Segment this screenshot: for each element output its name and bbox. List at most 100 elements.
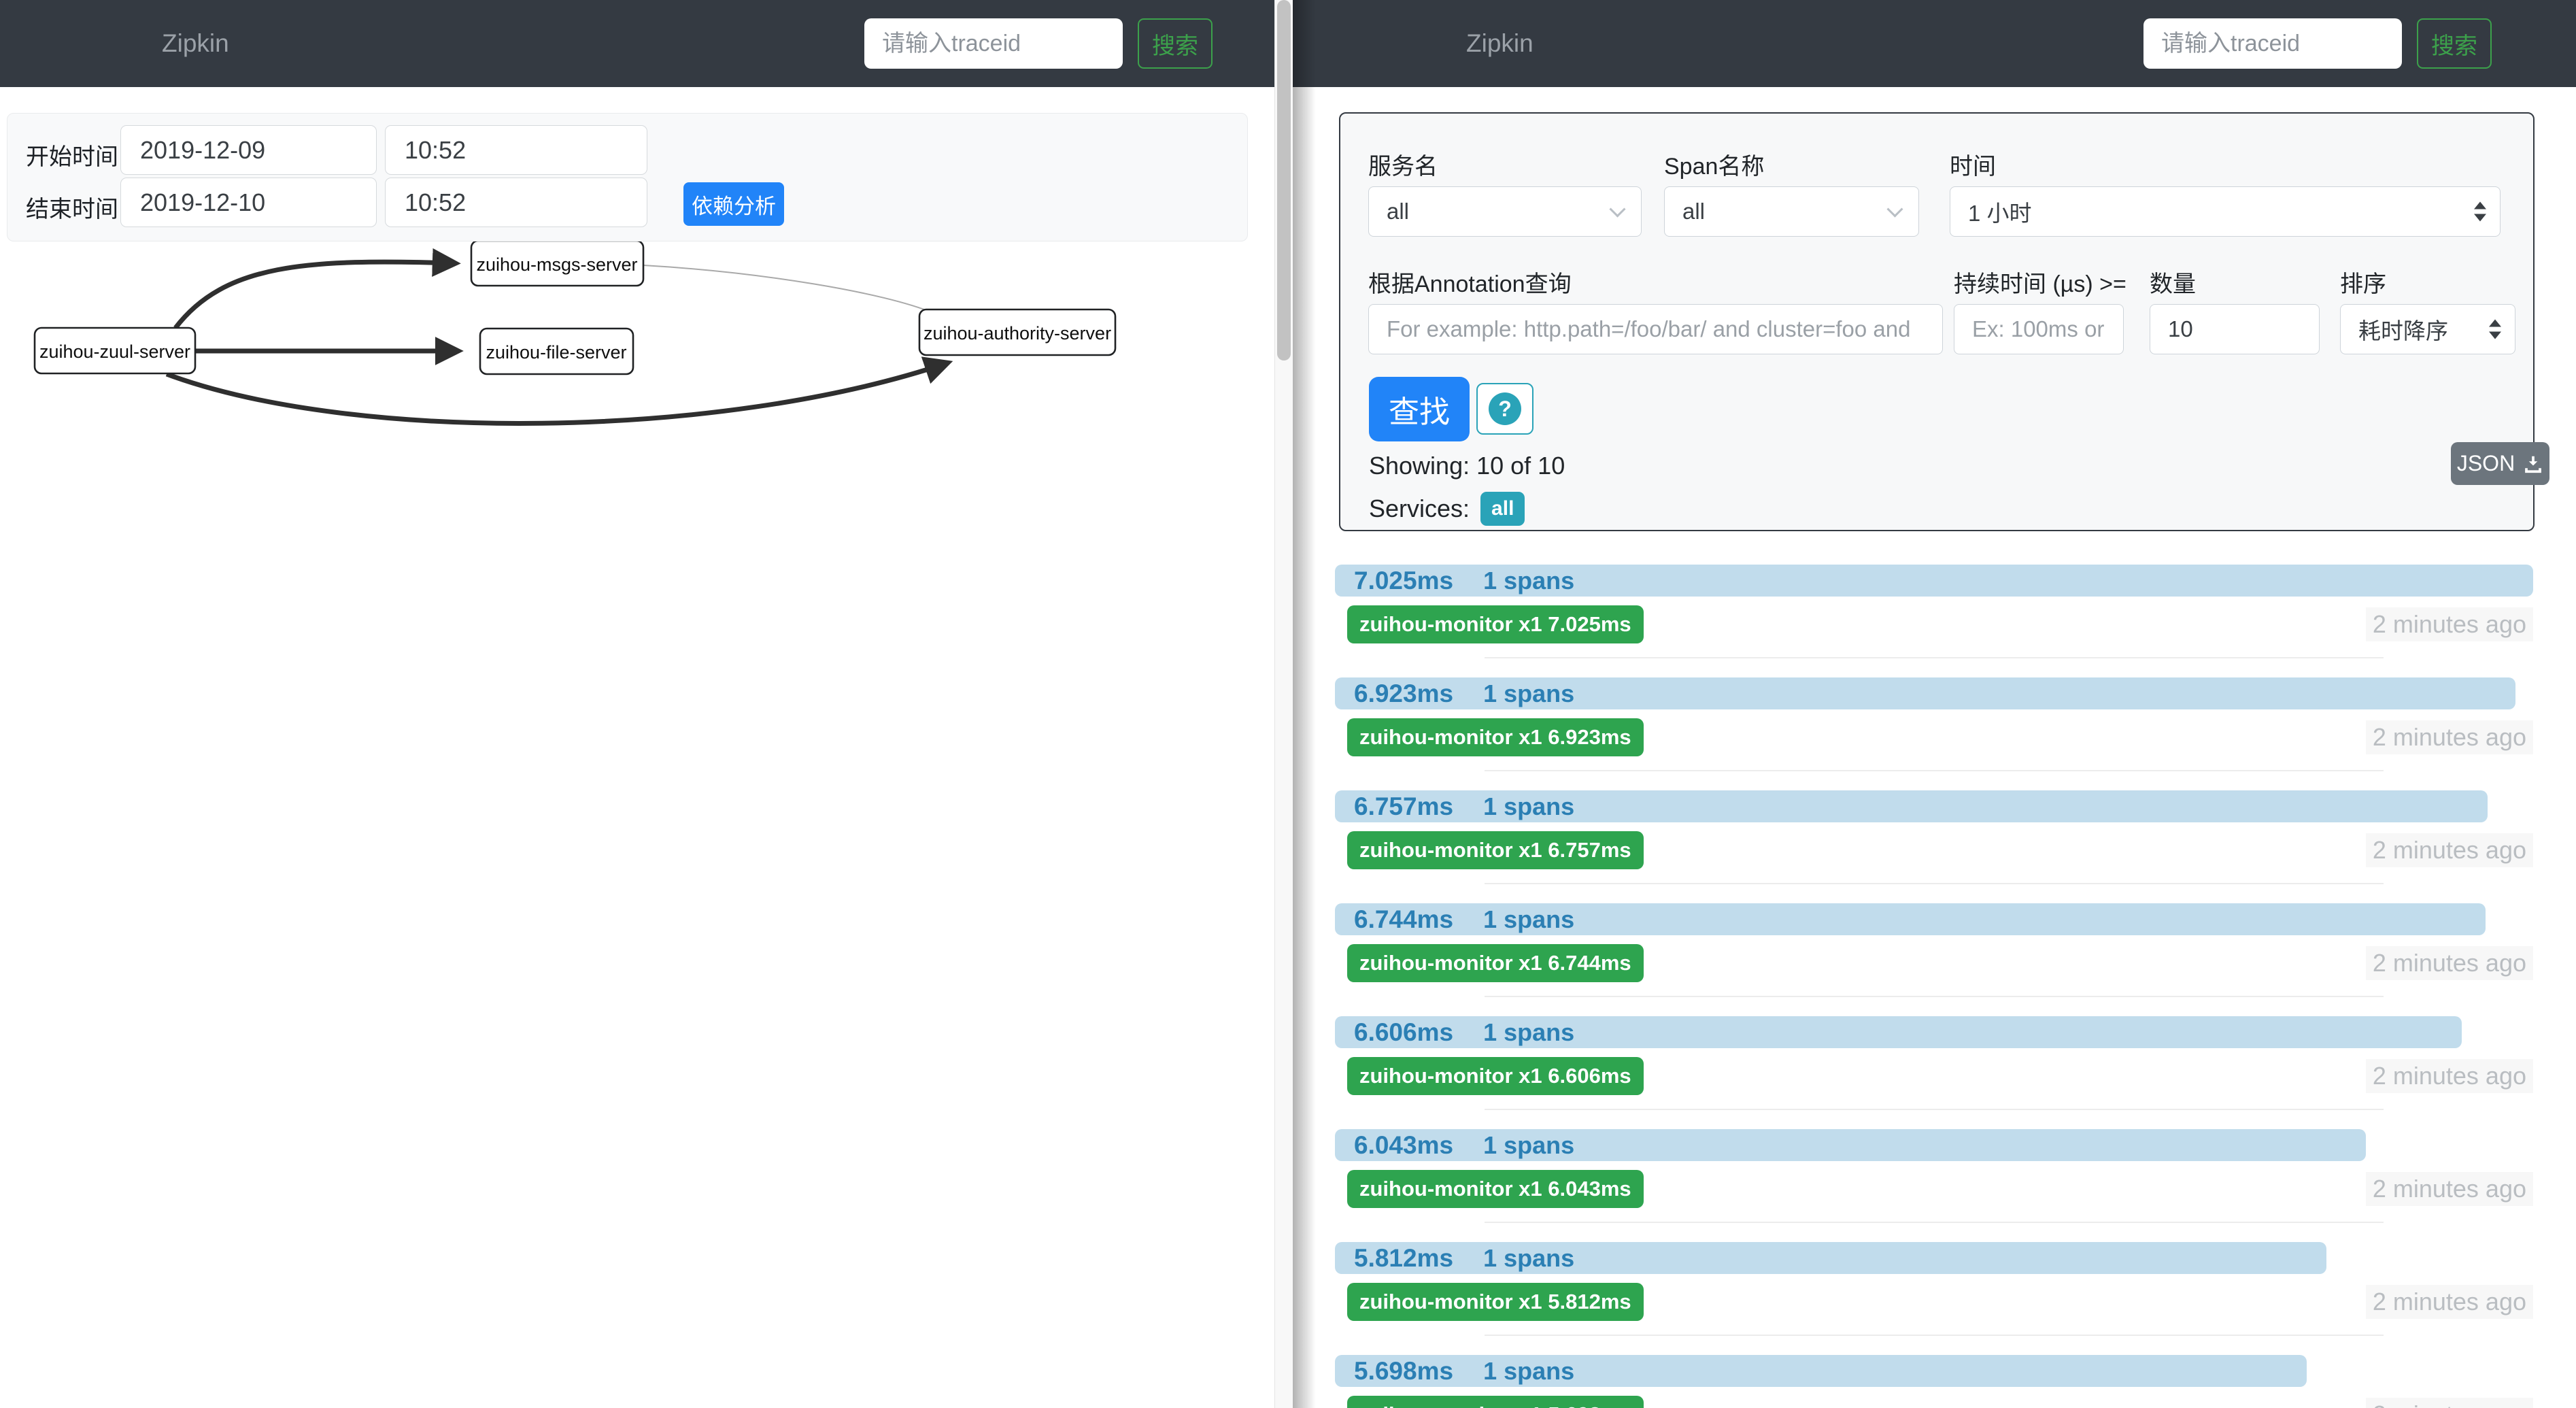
trace-duration: 5.812ms	[1354, 1244, 1453, 1273]
trace-duration-bar[interactable]: 6.744ms 1 spans	[1335, 903, 2486, 935]
right-navbar: Zipkin 搜索	[1293, 0, 2576, 87]
trace-row[interactable]: 7.025ms 1 spans zuihou-monitor x1 7.025m…	[1335, 565, 2533, 658]
graph-node-zuul[interactable]: zuihou-zuul-server	[35, 328, 195, 373]
window-dependencies: Zipkin 搜索 开始时间 2019-12-09 10:52 结束时间 201…	[0, 0, 1293, 1408]
sort-select[interactable]: 耗时降序	[2340, 304, 2515, 354]
traceid-search-button[interactable]: 搜索	[2417, 18, 2492, 69]
trace-timestamp: 2 minutes ago	[2366, 720, 2533, 754]
svg-text:zuihou-msgs-server: zuihou-msgs-server	[476, 254, 637, 275]
trace-service-badge: zuihou-monitor x1 6.744ms	[1347, 944, 1644, 982]
service-name-label: 服务名	[1368, 148, 1438, 181]
traceid-input[interactable]	[2143, 18, 2402, 69]
date-filter-panel: 开始时间 2019-12-09 10:52 结束时间 2019-12-10 10…	[7, 113, 1248, 241]
sort-label: 排序	[2340, 265, 2386, 299]
graph-edge-msgs-authority	[643, 265, 933, 313]
right-nav-search: 搜索	[2143, 18, 2492, 69]
trace-meta: zuihou-monitor x1 6.744ms 2 minutes ago	[1335, 944, 2533, 982]
trace-duration: 7.025ms	[1354, 567, 1453, 595]
min-duration-input[interactable]	[1954, 304, 2124, 354]
span-name-value: all	[1682, 199, 1705, 224]
trace-service-badge: zuihou-monitor x1 7.025ms	[1347, 605, 1644, 643]
trace-row[interactable]: 6.744ms 1 spans zuihou-monitor x1 6.744m…	[1335, 903, 2533, 997]
trace-divider	[1485, 1335, 2384, 1336]
left-scrollbar-thumb[interactable]	[1277, 0, 1291, 361]
start-date-input[interactable]: 2019-12-09	[120, 125, 377, 175]
trace-duration-bar[interactable]: 7.025ms 1 spans	[1335, 565, 2533, 597]
trace-duration-bar[interactable]: 5.698ms 1 spans	[1335, 1355, 2307, 1387]
annotation-query-input[interactable]	[1368, 304, 1943, 354]
trace-duration-bar[interactable]: 6.757ms 1 spans	[1335, 790, 2488, 822]
trace-timestamp: 2 minutes ago	[2366, 946, 2533, 980]
trace-row[interactable]: 6.606ms 1 spans zuihou-monitor x1 6.606m…	[1335, 1016, 2533, 1110]
brand-title: Zipkin	[162, 0, 229, 87]
trace-service-badge: zuihou-monitor x1 5.812ms	[1347, 1283, 1644, 1321]
services-label: Services:	[1369, 495, 1470, 523]
trace-duration: 5.698ms	[1354, 1357, 1453, 1386]
limit-input[interactable]	[2150, 304, 2320, 354]
left-nav-search: 搜索	[864, 18, 1213, 69]
dependency-analyze-button[interactable]: 依赖分析	[683, 182, 784, 226]
start-clock-input[interactable]: 10:52	[385, 125, 647, 175]
screen: Zipkin 搜索 开始时间 2019-12-09 10:52 结束时间 201…	[0, 0, 2576, 1408]
trace-duration-bar[interactable]: 6.043ms 1 spans	[1335, 1129, 2366, 1161]
graph-node-file[interactable]: zuihou-file-server	[480, 329, 633, 374]
json-download-button[interactable]: JSON	[2451, 442, 2549, 485]
trace-divider	[1485, 770, 2384, 771]
end-clock-input[interactable]: 10:52	[385, 178, 647, 227]
trace-timestamp: 2 minutes ago	[2366, 1285, 2533, 1319]
trace-row[interactable]: 6.757ms 1 spans zuihou-monitor x1 6.757m…	[1335, 790, 2533, 884]
trace-span-count: 1 spans	[1483, 1018, 1574, 1047]
service-name-select[interactable]: all	[1368, 186, 1642, 237]
trace-divider	[1485, 1109, 2384, 1110]
end-time-label: 结束时间	[26, 190, 118, 224]
trace-meta: zuihou-monitor x1 5.698ms 2 minutes ago	[1335, 1396, 2533, 1408]
trace-search-panel: 服务名 all Span名称 all 时间 1 小时 根据Annotation查…	[1339, 112, 2535, 531]
trace-timestamp: 2 minutes ago	[2366, 1059, 2533, 1093]
trace-duration: 6.043ms	[1354, 1131, 1453, 1160]
left-navbar: Zipkin 搜索	[0, 0, 1293, 87]
trace-duration-bar[interactable]: 6.923ms 1 spans	[1335, 677, 2515, 709]
graph-edge-zuul-msgs	[175, 262, 454, 328]
trace-service-badge: zuihou-monitor x1 5.698ms	[1347, 1396, 1644, 1408]
traceid-input[interactable]	[864, 18, 1123, 69]
trace-meta: zuihou-monitor x1 5.812ms 2 minutes ago	[1335, 1283, 2533, 1321]
select-spinner-icon	[2474, 202, 2486, 222]
traceid-search-button[interactable]: 搜索	[1138, 18, 1213, 69]
trace-meta: zuihou-monitor x1 6.923ms 2 minutes ago	[1335, 718, 2533, 756]
annotation-query-label: 根据Annotation查询	[1368, 265, 1572, 299]
trace-timestamp: 2 minutes ago	[2366, 833, 2533, 867]
trace-duration: 6.744ms	[1354, 905, 1453, 934]
trace-service-badge: zuihou-monitor x1 6.606ms	[1347, 1057, 1644, 1095]
trace-divider	[1485, 657, 2384, 658]
trace-list: 7.025ms 1 spans zuihou-monitor x1 7.025m…	[1335, 565, 2533, 1408]
trace-duration-bar[interactable]: 6.606ms 1 spans	[1335, 1016, 2462, 1048]
trace-duration-bar[interactable]: 5.812ms 1 spans	[1335, 1242, 2326, 1274]
sort-value: 耗时降序	[2358, 313, 2448, 346]
left-scrollbar[interactable]	[1274, 0, 1293, 1408]
brand-title: Zipkin	[1466, 0, 1533, 87]
trace-service-badge: zuihou-monitor x1 6.757ms	[1347, 831, 1644, 869]
end-date-input[interactable]: 2019-12-10	[120, 178, 377, 227]
svg-text:zuihou-zuul-server: zuihou-zuul-server	[39, 341, 190, 362]
lookback-value: 1 小时	[1968, 195, 2032, 228]
help-button[interactable]: ?	[1476, 383, 1533, 435]
dependency-graph: zuihou-zuul-server zuihou-msgs-server zu…	[0, 224, 1288, 660]
graph-node-authority[interactable]: zuihou-authority-server	[919, 309, 1115, 355]
find-button[interactable]: 查找	[1369, 377, 1470, 441]
trace-divider	[1485, 996, 2384, 997]
trace-duration: 6.923ms	[1354, 680, 1453, 708]
trace-row[interactable]: 5.698ms 1 spans zuihou-monitor x1 5.698m…	[1335, 1355, 2533, 1408]
trace-span-count: 1 spans	[1483, 680, 1574, 708]
services-all-badge[interactable]: all	[1480, 492, 1525, 526]
span-name-select[interactable]: all	[1664, 186, 1919, 237]
lookback-label: 时间	[1950, 148, 1996, 181]
window-trace-search: Zipkin 搜索 服务名 all Span名称 all 时间 1 小时	[1293, 0, 2576, 1408]
trace-span-count: 1 spans	[1483, 1244, 1574, 1273]
trace-row[interactable]: 6.043ms 1 spans zuihou-monitor x1 6.043m…	[1335, 1129, 2533, 1223]
trace-row[interactable]: 6.923ms 1 spans zuihou-monitor x1 6.923m…	[1335, 677, 2533, 771]
trace-divider	[1485, 1222, 2384, 1223]
trace-row[interactable]: 5.812ms 1 spans zuihou-monitor x1 5.812m…	[1335, 1242, 2533, 1336]
start-time-label: 开始时间	[26, 138, 118, 171]
graph-node-msgs[interactable]: zuihou-msgs-server	[471, 241, 643, 286]
lookback-select[interactable]: 1 小时	[1950, 186, 2501, 237]
